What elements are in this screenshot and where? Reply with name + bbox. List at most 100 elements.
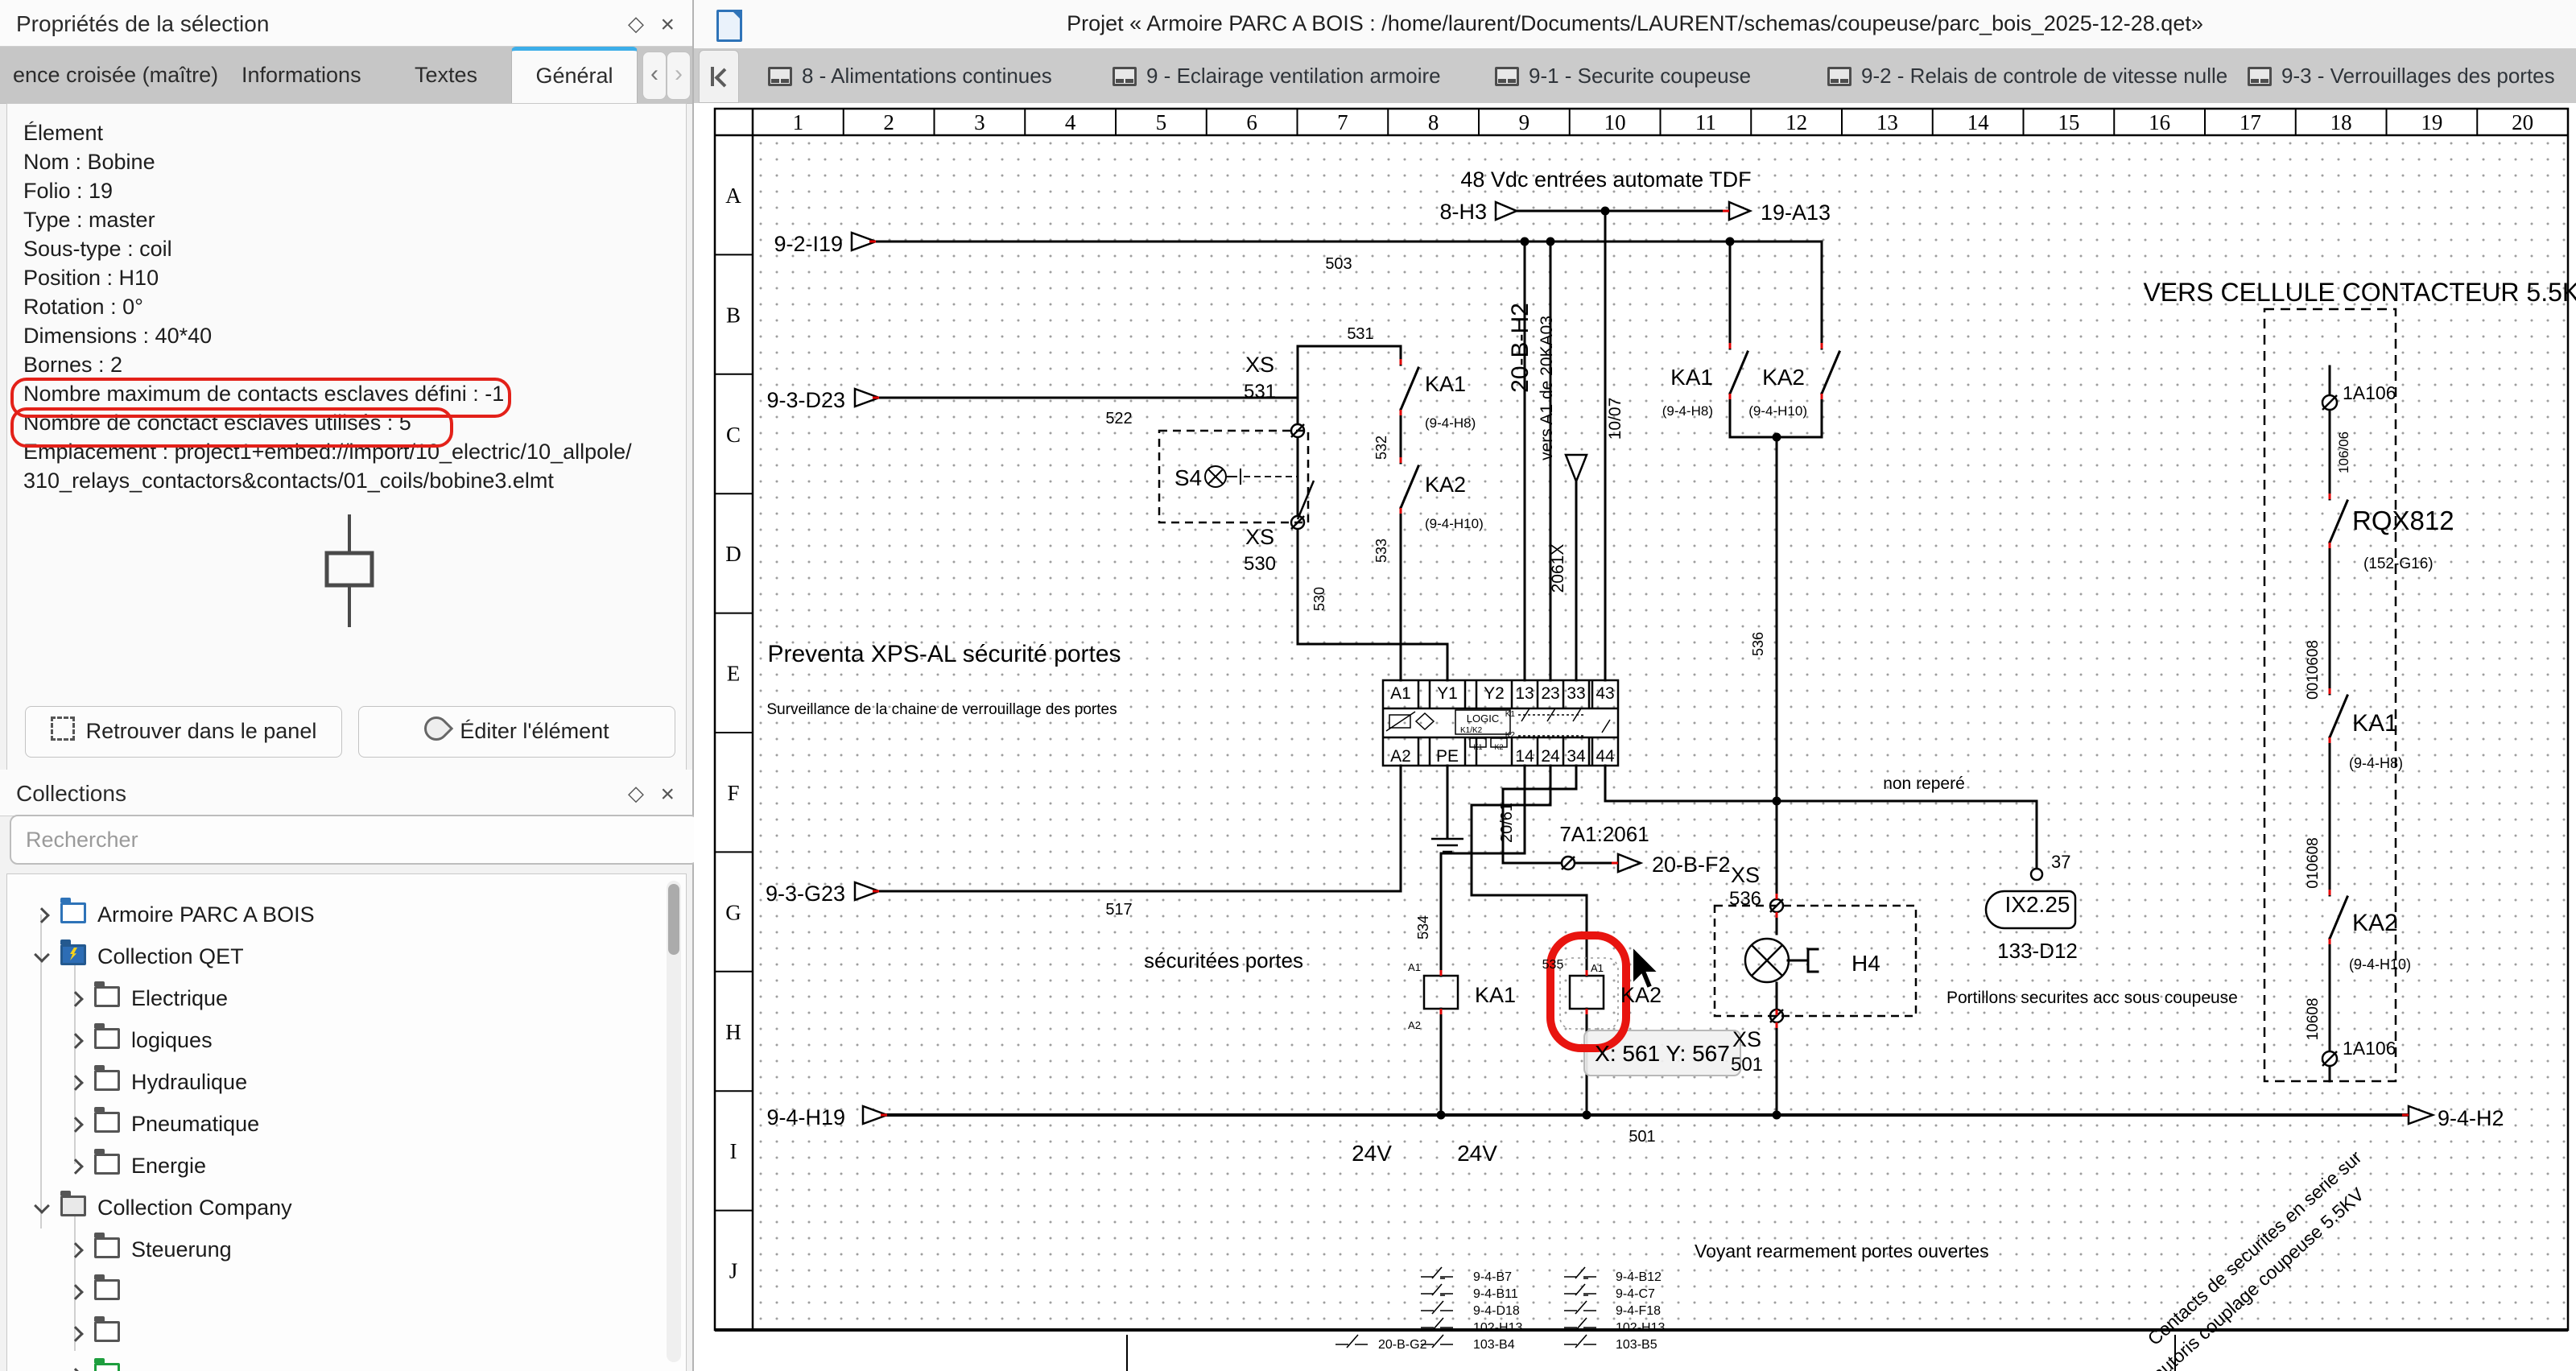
folio-tab-8[interactable]: 8 - Alimentations continues xyxy=(768,48,1052,103)
tree-scrollbar-thumb[interactable] xyxy=(668,884,679,955)
collections-panel-header: Collections ◇ × xyxy=(0,770,692,816)
chevron-right-icon[interactable] xyxy=(68,1368,84,1371)
chevron-right-icon[interactable] xyxy=(34,907,50,923)
properties-panel-header: Propriétés de la sélection ◇ × xyxy=(0,0,692,47)
folder-icon xyxy=(94,1070,120,1091)
schematic-label: 18 xyxy=(2330,110,2352,134)
schematic-label: K1 xyxy=(1505,710,1516,719)
chevron-right-icon[interactable] xyxy=(68,1075,84,1091)
chevron-right-icon[interactable] xyxy=(68,1326,84,1342)
tree-item-pneumatique[interactable]: Pneumatique xyxy=(7,1103,686,1145)
schematic-label: A1 xyxy=(1390,684,1411,703)
close-panel-icon[interactable]: × xyxy=(660,11,675,39)
schematic-label: RQX812 xyxy=(2352,506,2454,535)
tab-general[interactable]: Général xyxy=(511,47,638,107)
collections-panel-title: Collections xyxy=(16,781,126,807)
schematic-label: (9-4-H8) xyxy=(2349,755,2403,771)
schematic-label: VERS CELLULE CONTACTEUR 5.5KV xyxy=(2143,278,2576,307)
schematic-label: E xyxy=(727,662,741,686)
search-input[interactable] xyxy=(10,815,699,865)
edit-element-icon xyxy=(419,712,453,745)
schematic-label: 43 xyxy=(1596,684,1614,703)
schematic-label: 1 xyxy=(793,110,804,134)
chevron-right-icon[interactable] xyxy=(68,1117,84,1133)
folio-tab-9-1[interactable]: 9-1 - Securite coupeuse xyxy=(1495,48,1751,103)
schematic-drawing: 48 Vdc entrées automate TDF8-H319-A139-2… xyxy=(694,103,2576,1371)
schematic-label: 34 xyxy=(1567,747,1586,766)
schematic-label: 9-4-C7 xyxy=(1616,1287,1655,1301)
close-panel-icon[interactable]: × xyxy=(660,781,675,808)
tree-item-collection-company[interactable]: Collection Company xyxy=(7,1187,686,1229)
float-panel-icon[interactable]: ◇ xyxy=(628,11,644,36)
properties-tab-bar: ence croisée (maître) Informations Texte… xyxy=(0,47,692,104)
tree-item-unnamed[interactable] xyxy=(7,1354,686,1371)
tree-item-steuerung[interactable]: Steuerung xyxy=(7,1229,686,1270)
schematic-label: KA2 xyxy=(1762,365,1805,390)
tree-item-electrique[interactable]: Electrique xyxy=(7,977,686,1019)
prop-dimensions: Dimensions : 40*40 xyxy=(23,321,686,350)
prop-type: Type : master xyxy=(23,205,686,234)
tree-item-logiques[interactable]: logiques xyxy=(7,1019,686,1061)
schematic-label: vers A1 de 20KA03 xyxy=(1538,316,1556,460)
prop-max-esclaves: Nombre maximum de contacts esclaves défi… xyxy=(23,379,686,408)
schematic-label: 14 xyxy=(1967,110,1990,134)
tab-scroll-left-icon[interactable]: ‹ xyxy=(642,52,667,100)
tab-informations[interactable]: Informations xyxy=(233,47,369,103)
schematic-label: A1 xyxy=(1408,961,1421,973)
chevron-right-icon[interactable] xyxy=(68,1284,84,1300)
schematic-label: 501 xyxy=(1731,1054,1763,1076)
chevron-down-icon[interactable] xyxy=(34,947,50,963)
schematic-label: B xyxy=(726,303,741,327)
folio-tab-9-2[interactable]: 9-2 - Relais de controle de vitesse null… xyxy=(1827,48,2227,103)
schematic-label: F xyxy=(727,781,739,805)
folder-icon xyxy=(94,1112,120,1133)
prop-emplacement-1: Emplacement : project1+embed://import/10… xyxy=(23,437,686,466)
schematic-label: A1 xyxy=(1591,962,1604,974)
chevron-down-icon[interactable] xyxy=(34,1198,50,1214)
editer-element-button[interactable]: Éditer l'élément xyxy=(358,706,675,758)
schematic-label: 16 xyxy=(2149,110,2170,134)
tab-textes[interactable]: Textes xyxy=(407,47,485,103)
tree-item-energie[interactable]: Energie xyxy=(7,1145,686,1187)
tree-item-collection-qet[interactable]: Collection QET xyxy=(7,935,686,977)
tree-item-unnamed[interactable] xyxy=(7,1312,686,1354)
folio-tab-9-3[interactable]: 9-3 - Verrouillages des portes xyxy=(2248,48,2555,103)
schematic-label: 19 xyxy=(2421,110,2442,134)
schematic-label: G xyxy=(725,900,741,924)
schematic-canvas[interactable]: 48 Vdc entrées automate TDF8-H319-A139-2… xyxy=(694,103,2576,1371)
chevron-right-icon[interactable] xyxy=(68,1158,84,1175)
chevron-right-icon[interactable] xyxy=(68,991,84,1007)
collections-tree: Armoire PARC A BOIS Collection QET Elect… xyxy=(6,873,687,1371)
schematic-label: 9-4-B12 xyxy=(1616,1270,1662,1284)
schematic-label: 6 xyxy=(1246,110,1257,134)
schematic-label: Y2 xyxy=(1484,684,1505,703)
tree-item-hydraulique[interactable]: Hydraulique xyxy=(7,1061,686,1103)
prop-position: Position : H10 xyxy=(23,263,686,292)
schematic-label: non reperé xyxy=(1883,774,1965,793)
schematic-label: J xyxy=(729,1259,738,1283)
schematic-label: 533 xyxy=(1373,539,1389,563)
first-folio-button[interactable] xyxy=(699,50,739,103)
folio-tab-9[interactable]: 9 - Eclairage ventilation armoire xyxy=(1113,48,1441,103)
retrouver-panel-button[interactable]: Retrouver dans le panel xyxy=(25,706,342,758)
tab-reference-croisee[interactable]: ence croisée (maître) xyxy=(5,47,226,103)
tree-item-unnamed[interactable] xyxy=(7,1270,686,1312)
chevron-right-icon[interactable] xyxy=(68,1242,84,1258)
schematic-label: 530 xyxy=(1244,553,1276,575)
schematic-label: K1 xyxy=(1473,743,1482,751)
tree-item-armoire-parc-a-bois[interactable]: Armoire PARC A BOIS xyxy=(7,894,686,935)
properties-content: Élement Nom : Bobine Folio : 19 Type : m… xyxy=(6,103,687,770)
tree-scrollbar[interactable] xyxy=(667,881,681,1362)
schematic-label: 532 xyxy=(1373,436,1389,460)
schematic-label: 4 xyxy=(1065,110,1076,134)
schematic-label: Portillons securites acc sous coupeuse xyxy=(1946,989,2238,1007)
tab-scroll-right-icon[interactable]: › xyxy=(667,52,691,100)
schematic-label: 501 xyxy=(1629,1128,1655,1146)
project-title: Projet « Armoire PARC A BOIS : /home/lau… xyxy=(694,11,2576,36)
schematic-label: A2 xyxy=(1390,747,1411,766)
first-icon xyxy=(711,67,714,86)
chevron-right-icon[interactable] xyxy=(68,1033,84,1049)
float-panel-icon[interactable]: ◇ xyxy=(628,781,644,806)
schematic-label: 530 xyxy=(1311,587,1327,611)
schematic-label: (152-G16) xyxy=(2363,555,2434,572)
